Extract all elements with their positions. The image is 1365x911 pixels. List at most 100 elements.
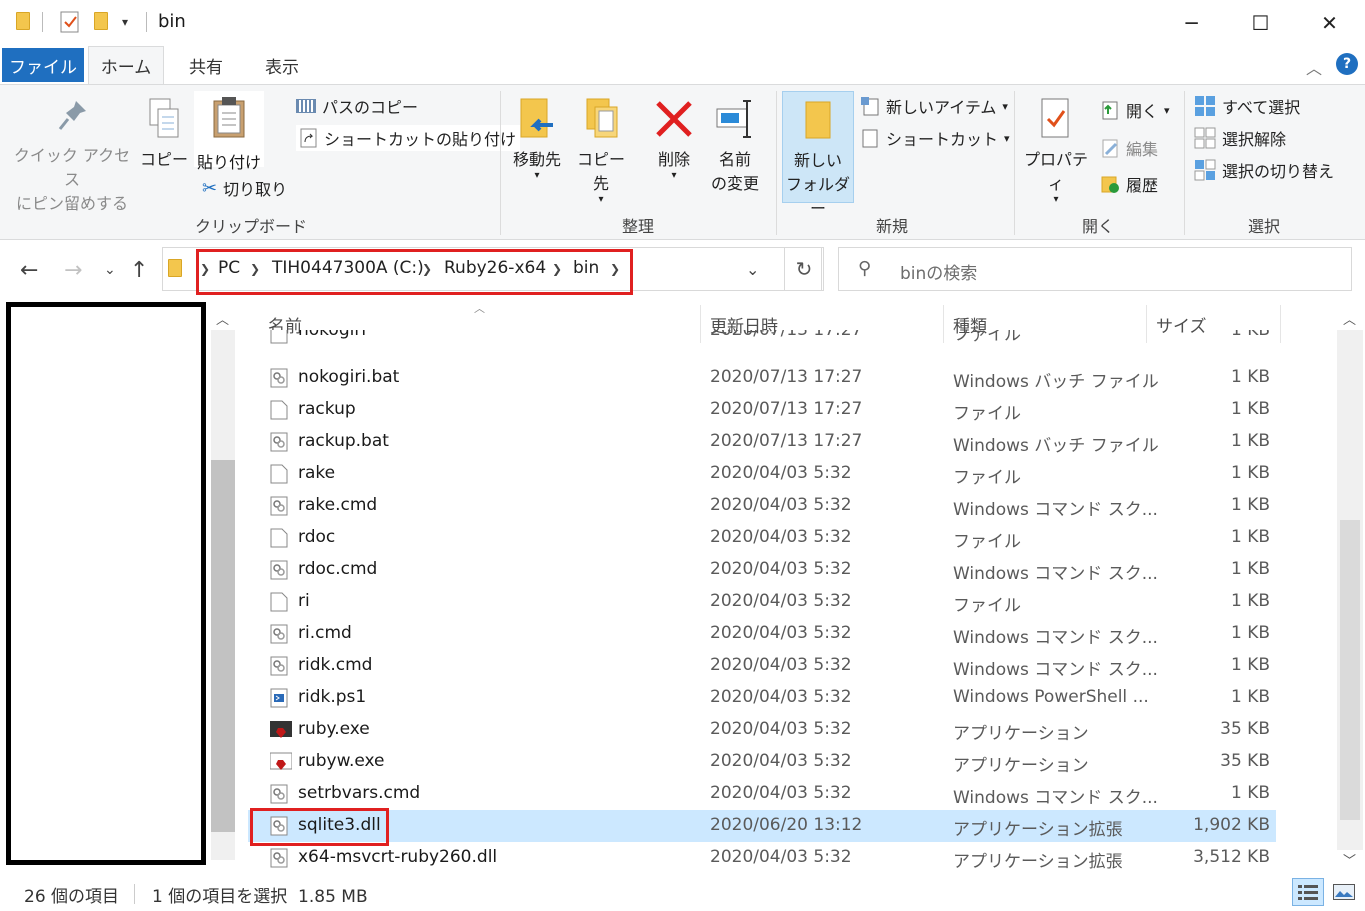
minimize-button[interactable]: ─ [1157,0,1226,46]
details-view-button[interactable] [1292,878,1324,906]
pin-to-quick-access-button[interactable]: クイック アクセス にピン留めする [10,97,134,216]
forward-icon[interactable]: → [64,258,82,283]
file-date: 2020/04/03 5:32 [710,847,852,867]
new-folder-quick-icon[interactable] [94,12,108,30]
quick-access-dropdown-icon[interactable]: ▾ [122,15,128,29]
invert-selection-label: 選択の切り替え [1222,162,1335,181]
pin-label-2: にピン留めする [15,194,128,213]
batch-file-icon [270,432,288,452]
new-folder-label-2: フォルダー [785,175,850,218]
open-button[interactable]: 開く ▾ [1100,97,1170,123]
file-type: アプリケーション拡張 [953,852,1123,872]
delete-label: 削除 [657,150,690,169]
blank-file-icon [270,330,288,344]
file-type: ファイル [953,468,1021,488]
batch-file-icon [270,784,288,804]
organize-group-label: 整理 [621,217,654,236]
list-scroll-up-icon[interactable]: ︿ [1343,309,1356,328]
invert-selection-button[interactable]: 選択の切り替え [1194,157,1334,183]
select-none-icon [1194,127,1216,149]
address-highlight-box [196,249,633,295]
file-row[interactable]: nokogiri.bat 2020/07/13 17:27 Windows バッチ … [248,362,1276,394]
move-to-dropdown-icon: ▾ [534,170,540,181]
search-input[interactable]: binの検索 [900,259,977,284]
nav-scroll-up-icon[interactable]: ︿ [216,309,229,328]
move-to-icon [520,98,553,138]
file-row[interactable]: x64-msvcrt-ruby260.dll 2020/04/03 5:32 アプリ… [248,842,1276,874]
file-row[interactable]: nokogiri 2020/07/13 17:27 ファイル 1 KB [248,330,1276,350]
help-icon[interactable]: ? [1336,53,1358,75]
up-icon[interactable]: ↑ [130,258,148,283]
blank-file-icon [270,528,288,548]
properties-button[interactable]: プロパティ ▾ [1020,97,1092,205]
paste-shortcut-button[interactable]: ショートカットの貼り付け [296,125,521,151]
select-none-label: 選択解除 [1222,130,1287,149]
back-icon[interactable]: ← [20,258,38,283]
file-row[interactable]: ruby.exe 2020/04/03 5:32 アプリケーション 35 KB [248,714,1276,746]
select-none-button[interactable]: 選択解除 [1194,125,1286,151]
file-name: rake [298,463,336,483]
copy-path-button[interactable]: パスのコピー [296,93,418,119]
status-selection: 1 個の項目を選択 1.85 MB [152,887,368,907]
cut-button[interactable]: ✂ 切り取り [202,175,287,201]
file-name: ridk.ps1 [298,687,367,707]
tab-view[interactable]: 表示 [252,46,312,84]
column-divider[interactable] [1280,305,1281,343]
file-row[interactable]: rdoc.cmd 2020/04/03 5:32 Windows コマンド スク..… [248,554,1276,586]
collapse-ribbon-icon[interactable]: ︿ [1306,55,1322,79]
file-row[interactable]: rackup.bat 2020/07/13 17:27 Windows バッチ ファ… [248,426,1276,458]
file-name: rdoc.cmd [298,559,378,579]
properties-quick-icon[interactable] [60,11,80,37]
clipboard-group-label: クリップボード [194,217,307,236]
new-folder-label-1: 新しい [793,151,842,170]
file-row[interactable]: sqlite3.dll 2020/06/20 13:12 アプリケーション拡張 1,9… [248,810,1276,842]
new-folder-button[interactable]: 新しい フォルダー [782,91,854,218]
delete-button[interactable]: 削除 ▾ [648,97,700,181]
tab-share[interactable]: 共有 [176,46,236,84]
file-size: 1 KB [1230,495,1270,515]
file-row[interactable]: ridk.cmd 2020/04/03 5:32 Windows コマンド スク..… [248,650,1276,682]
file-row[interactable]: rackup 2020/07/13 17:27 ファイル 1 KB [248,394,1276,426]
close-button[interactable]: ✕ [1295,0,1364,46]
file-row[interactable]: rubyw.exe 2020/04/03 5:32 アプリケーション 35 KB [248,746,1276,778]
file-row[interactable]: setrbvars.cmd 2020/04/03 5:32 Windows コマンド… [248,778,1276,810]
file-name: rackup [298,399,356,419]
new-group-label: 新規 [875,217,908,236]
new-item-button[interactable]: 新しいアイテム ▾ [860,93,1008,119]
nav-scrollbar-thumb[interactable] [211,460,235,832]
file-list-scrollbar-thumb[interactable] [1340,520,1360,820]
file-row[interactable]: rake.cmd 2020/04/03 5:32 Windows コマンド スク..… [248,490,1276,522]
rename-button[interactable]: 名前 の変更 [706,97,764,196]
file-size: 1 KB [1230,559,1270,579]
move-to-button[interactable]: 移動先 ▾ [508,97,566,181]
edit-button[interactable]: 編集 [1100,135,1158,161]
file-row[interactable]: ri 2020/04/03 5:32 ファイル 1 KB [248,586,1276,618]
history-button[interactable]: 履歴 [1100,171,1158,197]
file-type: Windows コマンド スク... [953,788,1158,808]
properties-icon [1041,98,1069,138]
recent-locations-icon[interactable]: ⌄ [104,262,116,278]
file-row[interactable]: rdoc 2020/04/03 5:32 ファイル 1 KB [248,522,1276,554]
refresh-button[interactable]: ↻ [784,247,824,291]
large-icons-view-button[interactable] [1328,878,1360,906]
file-row[interactable]: ri.cmd 2020/04/03 5:32 Windows コマンド スク... 1… [248,618,1276,650]
file-row[interactable]: rake 2020/04/03 5:32 ファイル 1 KB [248,458,1276,490]
maximize-button[interactable]: ☐ [1226,0,1295,46]
file-date: 2020/04/03 5:32 [710,495,852,515]
file-row[interactable]: ridk.ps1 2020/04/03 5:32 Windows PowerShel… [248,682,1276,714]
tab-file[interactable]: ファイル [2,48,84,82]
nav-scrollbar[interactable] [211,330,235,860]
address-dropdown-icon[interactable]: ⌄ [746,260,759,279]
divider [134,884,135,904]
file-list-scrollbar[interactable] [1337,330,1363,850]
copy-to-button[interactable]: コピー先 ▾ [570,97,632,205]
list-scroll-down-icon[interactable]: ﹀ [1343,850,1356,869]
copy-button[interactable]: コピー [140,97,188,172]
select-all-button[interactable]: すべて選択 [1194,93,1300,119]
easy-access-button[interactable]: ショートカット ▾ [860,125,1010,151]
file-size: 1,902 KB [1193,815,1270,835]
file-size: 1 KB [1230,330,1270,340]
file-name: rdoc [298,527,336,547]
invert-selection-icon [1194,159,1216,181]
tab-home[interactable]: ホーム [88,46,164,84]
